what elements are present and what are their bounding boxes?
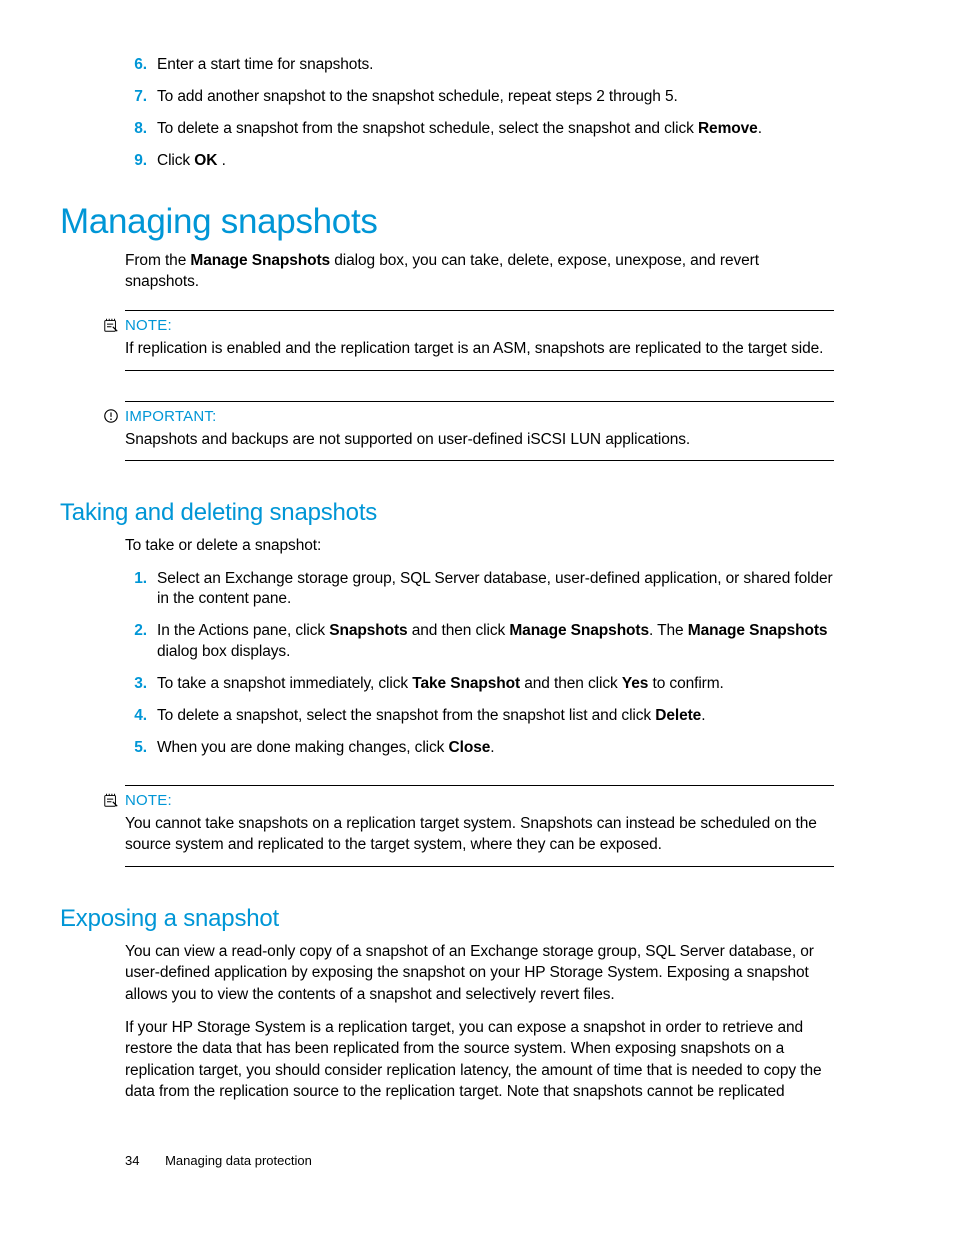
step-number: 2. bbox=[125, 621, 147, 642]
note-text: If replication is enabled and the replic… bbox=[125, 338, 834, 359]
step-number: 9. bbox=[125, 151, 147, 172]
note-text: You cannot take snapshots on a replicati… bbox=[125, 813, 834, 856]
footer-title: Managing data protection bbox=[165, 1153, 312, 1168]
step-text: Enter a start time for snapshots. bbox=[157, 56, 373, 73]
step-list-a: 1. Select an Exchange storage group, SQL… bbox=[125, 569, 834, 759]
step-number: 4. bbox=[125, 706, 147, 727]
lead-paragraph: To take or delete a snapshot: bbox=[125, 535, 834, 556]
step-text: Click OK . bbox=[157, 152, 226, 169]
body-paragraph: You can view a read-only copy of a snaps… bbox=[125, 941, 834, 1005]
step-number: 1. bbox=[125, 569, 147, 590]
heading-taking-deleting: Taking and deleting snapshots bbox=[60, 499, 834, 527]
intro-paragraph: From the Manage Snapshots dialog box, yo… bbox=[125, 250, 834, 293]
step-item: 8. To delete a snapshot from the snapsho… bbox=[125, 119, 834, 140]
note-callout: NOTE: You cannot take snapshots on a rep… bbox=[125, 785, 834, 867]
important-callout: IMPORTANT: Snapshots and backups are not… bbox=[125, 401, 834, 461]
note-callout: NOTE: If replication is enabled and the … bbox=[125, 310, 834, 370]
heading-exposing: Exposing a snapshot bbox=[60, 905, 834, 933]
step-item: 7. To add another snapshot to the snapsh… bbox=[125, 87, 834, 108]
note-label: NOTE: bbox=[125, 792, 834, 809]
page-number: 34 bbox=[125, 1153, 139, 1168]
important-label: IMPORTANT: bbox=[125, 408, 834, 425]
step-item: 5. When you are done making changes, cli… bbox=[125, 738, 834, 759]
step-number: 8. bbox=[125, 119, 147, 140]
step-item: 1. Select an Exchange storage group, SQL… bbox=[125, 569, 834, 611]
body-paragraph: If your HP Storage System is a replicati… bbox=[125, 1017, 834, 1103]
step-text: To add another snapshot to the snapshot … bbox=[157, 88, 678, 105]
note-icon bbox=[103, 792, 121, 810]
step-text: To delete a snapshot, select the snapsho… bbox=[157, 707, 705, 724]
step-item: 9. Click OK . bbox=[125, 151, 834, 172]
step-text: To take a snapshot immediately, click Ta… bbox=[157, 675, 724, 692]
step-item: 6. Enter a start time for snapshots. bbox=[125, 55, 834, 76]
step-list-top: 6. Enter a start time for snapshots. 7. … bbox=[125, 55, 834, 172]
important-text: Snapshots and backups are not supported … bbox=[125, 429, 834, 450]
note-label: NOTE: bbox=[125, 317, 834, 334]
step-item: 2. In the Actions pane, click Snapshots … bbox=[125, 621, 834, 663]
step-number: 3. bbox=[125, 674, 147, 695]
step-number: 7. bbox=[125, 87, 147, 108]
step-text: To delete a snapshot from the snapshot s… bbox=[157, 120, 762, 137]
page-footer: 34 Managing data protection bbox=[125, 1153, 312, 1168]
important-icon bbox=[103, 408, 121, 426]
step-text: Select an Exchange storage group, SQL Se… bbox=[157, 570, 833, 608]
step-text: When you are done making changes, click … bbox=[157, 739, 494, 756]
step-text: In the Actions pane, click Snapshots and… bbox=[157, 622, 827, 660]
heading-managing-snapshots: Managing snapshots bbox=[60, 202, 834, 242]
step-number: 6. bbox=[125, 55, 147, 76]
note-icon bbox=[103, 317, 121, 335]
step-item: 4. To delete a snapshot, select the snap… bbox=[125, 706, 834, 727]
step-item: 3. To take a snapshot immediately, click… bbox=[125, 674, 834, 695]
step-number: 5. bbox=[125, 738, 147, 759]
